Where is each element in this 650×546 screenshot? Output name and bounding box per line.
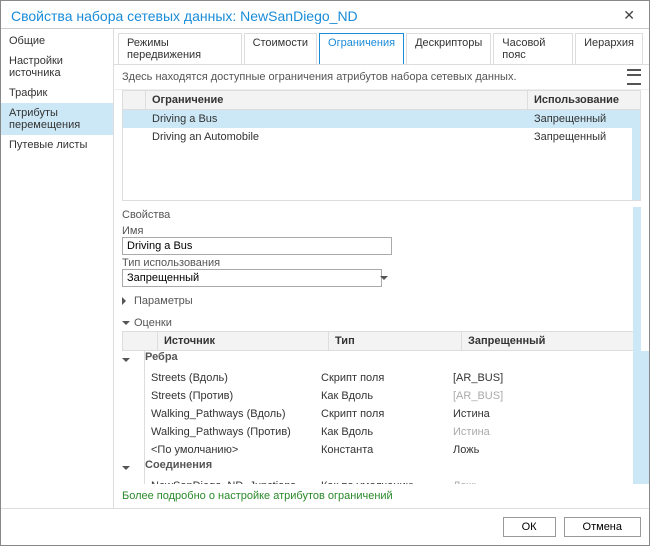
chevron-right-icon (122, 297, 130, 305)
dialog: Свойства набора сетевых данных: NewSanDi… (0, 0, 650, 546)
eval-row[interactable]: Walking_Pathways (Против)Как ВдольИстина (122, 423, 637, 441)
name-label: Имя (122, 225, 641, 237)
parameters-expander[interactable]: Параметры (122, 293, 641, 309)
eval-row[interactable]: NewSanDiego_ND_JunctionsКак по умолчанию… (122, 477, 637, 484)
eval-row[interactable]: Streets (Вдоль)Скрипт поля[AR_BUS] (122, 369, 637, 387)
eval-col-restricted[interactable]: Запрещенный (462, 332, 640, 350)
eval-corner (123, 332, 158, 350)
evaluators-expander[interactable]: Оценки Источник Тип Запрещенный РебраStr… (122, 315, 641, 484)
hint-row: Здесь находятся доступные ограничения ат… (114, 65, 649, 90)
restrictions-grid[interactable]: Driving a BusЗапрещенныйDriving an Autom… (122, 110, 641, 201)
menu-icon[interactable] (627, 69, 641, 85)
sidebar-item[interactable]: Общие (1, 31, 113, 51)
properties-title: Свойства (122, 207, 641, 223)
scrollbar[interactable] (632, 110, 640, 200)
restrictions-grid-header: Ограничение Использование (122, 90, 641, 110)
eval-col-source[interactable]: Источник (158, 332, 329, 350)
sidebar-item[interactable]: Настройки источника (1, 51, 113, 83)
sidebar-item[interactable]: Путевые листы (1, 135, 113, 155)
tab[interactable]: Режимы передвижения (118, 33, 242, 64)
dialog-body: ОбщиеНастройки источникаТрафикАтрибуты п… (1, 29, 649, 508)
ok-button[interactable]: ОК (503, 517, 556, 537)
dialog-title: Свойства набора сетевых данных: NewSanDi… (11, 8, 619, 24)
sidebar: ОбщиеНастройки источникаТрафикАтрибуты п… (1, 29, 114, 508)
evaluators-label: Оценки (134, 317, 172, 329)
chevron-down-icon (122, 358, 130, 366)
eval-row[interactable]: Walking_Pathways (Вдоль)Скрипт поляИстин… (122, 405, 637, 423)
parameters-label: Параметры (134, 295, 193, 307)
tab[interactable]: Часовой пояс (493, 33, 573, 64)
eval-group-header[interactable]: Ребра (122, 351, 637, 369)
tab[interactable]: Ограничения (319, 33, 404, 64)
usage-select[interactable]: Запрещенный (122, 269, 392, 287)
chevron-down-icon (122, 321, 130, 329)
chevron-down-icon (122, 466, 130, 474)
scrollbar[interactable] (633, 207, 641, 484)
tab[interactable]: Иерархия (575, 33, 643, 64)
eval-col-type[interactable]: Тип (329, 332, 462, 350)
sidebar-item[interactable]: Атрибуты перемещения (1, 103, 113, 135)
footer: ОК Отмена (1, 508, 649, 545)
grid-corner (123, 91, 146, 109)
cancel-button[interactable]: Отмена (564, 517, 641, 537)
evaluators-header: Источник Тип Запрещенный (122, 331, 641, 351)
col-usage[interactable]: Использование (528, 91, 640, 109)
eval-row[interactable]: Streets (Против)Как Вдоль[AR_BUS] (122, 387, 637, 405)
usage-select-value[interactable]: Запрещенный (122, 269, 382, 287)
sidebar-item[interactable]: Трафик (1, 83, 113, 103)
table-row[interactable]: Driving a BusЗапрещенный (123, 110, 640, 128)
tab[interactable]: Стоимости (244, 33, 317, 64)
properties-panel: Свойства Имя Тип использования Запрещенн… (122, 207, 641, 484)
learn-more-link[interactable]: Более подробно о настройке атрибутов огр… (114, 484, 649, 508)
usage-label: Тип использования (122, 257, 641, 269)
main-panel: Режимы передвиженияСтоимостиОграниченияД… (114, 29, 649, 508)
titlebar: Свойства набора сетевых данных: NewSanDi… (1, 1, 649, 29)
tab[interactable]: Дескрипторы (406, 33, 491, 64)
name-field[interactable] (122, 237, 392, 255)
evaluators-grid[interactable]: РебраStreets (Вдоль)Скрипт поля[AR_BUS]S… (122, 351, 649, 484)
col-name[interactable]: Ограничение (146, 91, 528, 109)
close-icon[interactable]: ✕ (619, 7, 639, 24)
eval-row[interactable]: <По умолчанию>КонстантаЛожь (122, 441, 637, 459)
table-row[interactable]: Driving an AutomobileЗапрещенный (123, 128, 640, 146)
eval-group-header[interactable]: Соединения (122, 459, 637, 477)
tab-strip: Режимы передвиженияСтоимостиОграниченияД… (114, 29, 649, 65)
hint-text: Здесь находятся доступные ограничения ат… (122, 71, 621, 83)
